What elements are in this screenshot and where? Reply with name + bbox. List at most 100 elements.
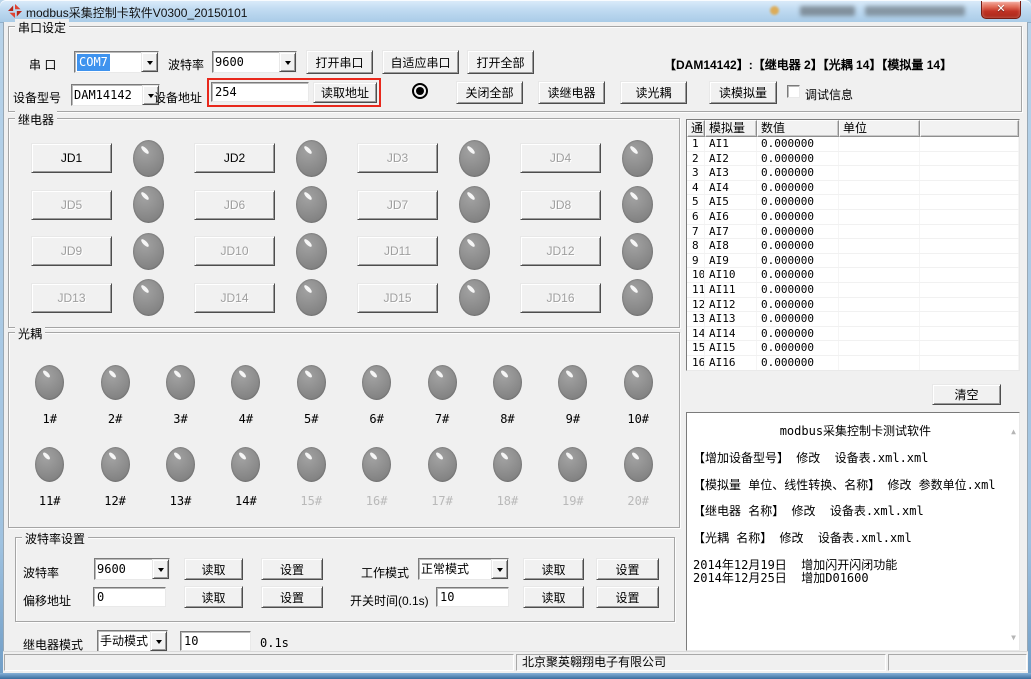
col-header-value[interactable]: 数值 (757, 120, 839, 137)
relay-group-label: 继电器 (15, 111, 57, 128)
cell-channel: 14 (687, 327, 705, 341)
relay-button[interactable]: JD4 (520, 143, 601, 173)
switch-time-input[interactable] (436, 587, 509, 607)
read-analog-button[interactable]: 读模拟量 (709, 81, 777, 104)
device-model-select[interactable]: DAM14142 (71, 84, 160, 106)
relay-mode-time-input[interactable] (180, 631, 251, 651)
relay-button[interactable]: JD10 (194, 236, 275, 266)
offset-address-input[interactable] (93, 587, 166, 607)
table-row[interactable]: 5 AI5 0.000000 (687, 195, 1019, 210)
table-row[interactable]: 6 AI6 0.000000 (687, 210, 1019, 225)
relay-grid: JD1 JD2 JD3 JD4 JD5 (23, 135, 675, 321)
com-port-select[interactable]: COM7 (74, 51, 159, 73)
col-header-analog[interactable]: 模拟量 (705, 120, 757, 137)
cell-analog: AI14 (705, 327, 757, 341)
col-header-empty[interactable] (920, 120, 1019, 137)
table-row[interactable]: 13 AI13 0.000000 (687, 312, 1019, 327)
cell-value: 0.000000 (757, 166, 839, 180)
cell-empty (920, 225, 1019, 239)
debug-info-checkbox[interactable] (787, 85, 800, 98)
work-mode-select[interactable]: 正常模式 (418, 558, 509, 580)
switchtime-read-button[interactable]: 读取 (523, 586, 584, 608)
read-opto-button[interactable]: 读光耦 (620, 81, 687, 104)
relay-button[interactable]: JD6 (194, 190, 275, 220)
baud-rate-select[interactable]: 9600 (212, 51, 297, 73)
table-row[interactable]: 8 AI8 0.000000 (687, 239, 1019, 254)
switchtime-set-button[interactable]: 设置 (596, 586, 659, 608)
cell-unit (839, 341, 920, 355)
table-row[interactable]: 9 AI9 0.000000 (687, 254, 1019, 269)
table-row[interactable]: 15 AI15 0.000000 (687, 341, 1019, 356)
relay-mode-select[interactable]: 手动模式 (97, 630, 168, 652)
baud-read-button[interactable]: 读取 (184, 558, 243, 580)
offset-set-button[interactable]: 设置 (261, 586, 323, 608)
device-address-input[interactable] (211, 82, 309, 102)
relay-button[interactable]: JD14 (194, 283, 275, 313)
dropdown-arrow-icon[interactable] (279, 52, 296, 72)
relay-button[interactable]: JD11 (357, 236, 438, 266)
table-row[interactable]: 7 AI7 0.000000 (687, 225, 1019, 240)
scroll-down-icon[interactable]: ▼ (1011, 633, 1016, 642)
auto-port-button[interactable]: 自适应串口 (382, 50, 459, 74)
relay-led-indicator (622, 186, 653, 223)
relay-button[interactable]: JD8 (520, 190, 601, 220)
relay-button[interactable]: JD5 (31, 190, 112, 220)
read-relay-button[interactable]: 读继电器 (538, 81, 605, 104)
work-mode-value: 正常模式 (419, 559, 491, 579)
title-bar[interactable]: modbus采集控制卡软件V0300_20150101 ✕ (0, 0, 1031, 23)
dropdown-arrow-icon[interactable] (152, 559, 169, 579)
clear-button[interactable]: 清空 (932, 384, 1001, 405)
relay-button[interactable]: JD12 (520, 236, 601, 266)
dropdown-arrow-icon[interactable] (491, 559, 508, 579)
read-address-button[interactable]: 读取地址 (313, 82, 377, 103)
workmode-read-button[interactable]: 读取 (523, 558, 584, 580)
table-row[interactable]: 16 AI16 0.000000 (687, 356, 1019, 371)
opto-led-indicator (101, 365, 130, 400)
relay-button[interactable]: JD13 (31, 283, 112, 313)
opto-cell: 14# (213, 437, 278, 519)
baud-select[interactable]: 9600 (94, 558, 170, 580)
col-header-channel[interactable]: 通 (687, 120, 705, 137)
relay-button[interactable]: JD3 (357, 143, 438, 173)
workmode-set-button[interactable]: 设置 (596, 558, 659, 580)
com-port-value: COM7 (77, 54, 110, 71)
table-row[interactable]: 1 AI1 0.000000 (687, 137, 1019, 152)
table-row[interactable]: 10 AI10 0.000000 (687, 268, 1019, 283)
table-row[interactable]: 4 AI4 0.000000 (687, 181, 1019, 196)
table-row[interactable]: 3 AI3 0.000000 (687, 166, 1019, 181)
dropdown-arrow-icon[interactable] (141, 52, 158, 72)
table-row[interactable]: 2 AI2 0.000000 (687, 152, 1019, 167)
relay-button[interactable]: JD15 (357, 283, 438, 313)
opto-cell: 6# (344, 355, 409, 437)
close-button[interactable]: ✕ (981, 1, 1021, 19)
scroll-up-icon[interactable]: ▲ (1011, 427, 1016, 436)
offset-read-button[interactable]: 读取 (184, 586, 243, 608)
relay-cell: JD2 (186, 135, 349, 182)
relay-button[interactable]: JD16 (520, 283, 601, 313)
device-model-label: 设备型号 (13, 89, 61, 106)
cell-channel: 5 (687, 195, 705, 209)
relay-button[interactable]: JD1 (31, 143, 112, 173)
table-row[interactable]: 12 AI12 0.000000 (687, 298, 1019, 313)
table-row[interactable]: 11 AI11 0.000000 (687, 283, 1019, 298)
info-line: 【继电器 名称】 修改 设备表.xml.xml (693, 505, 1005, 518)
col-header-unit[interactable]: 单位 (839, 120, 920, 137)
close-all-button[interactable]: 关闭全部 (456, 81, 523, 104)
cell-channel: 10 (687, 268, 705, 282)
opto-label: 15# (300, 494, 322, 508)
cell-empty (920, 268, 1019, 282)
open-port-button[interactable]: 打开串口 (306, 50, 373, 74)
dropdown-arrow-icon[interactable] (150, 631, 167, 651)
device-info-label: 【DAM14142】:【继电器 2】【光耦 14】【模拟量 14】 (664, 56, 952, 73)
relay-button[interactable]: JD7 (357, 190, 438, 220)
relay-cell: JD9 (23, 228, 186, 275)
open-all-button[interactable]: 打开全部 (467, 50, 534, 74)
relay-button[interactable]: JD2 (194, 143, 275, 173)
relay-button[interactable]: JD9 (31, 236, 112, 266)
table-row[interactable]: 14 AI14 0.000000 (687, 327, 1019, 342)
opto-label: 7# (435, 412, 449, 426)
baud-set-button[interactable]: 设置 (261, 558, 323, 580)
opto-cell: 2# (82, 355, 147, 437)
cell-analog: AI1 (705, 137, 757, 151)
opto-cell: 20# (606, 437, 671, 519)
